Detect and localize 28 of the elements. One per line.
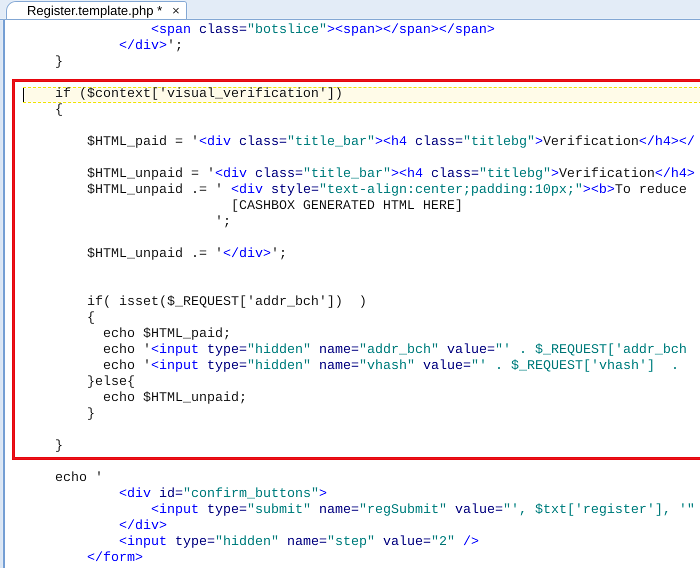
code-line: </div>: [118, 519, 168, 535]
code-line: }: [54, 439, 64, 455]
code-line: }: [54, 55, 64, 71]
code-line: </div>';: [118, 39, 184, 55]
code-line: {: [86, 311, 96, 327]
close-button[interactable]: ×: [172, 4, 180, 17]
code-line: echo $HTML_paid;: [102, 327, 232, 343]
code-line: echo '<input type="hidden" name="vhash" value="' . $_REQUEST['vhash'] .: [102, 359, 680, 375]
code-line: $HTML_paid = '<div class="title_bar"><h4 class="titlebg">Verification</h4></: [86, 135, 696, 151]
text-cursor: [23, 88, 24, 102]
code-line: </form>: [86, 551, 144, 567]
code-line: }: [86, 407, 96, 423]
code-line: }else{: [86, 375, 136, 391]
code-line: <input type="submit" name="regSubmit" value="', $txt['register'], '": [150, 503, 696, 519]
file-tab[interactable]: Register.template.php * ×: [6, 1, 187, 19]
code-line: $HTML_unpaid .= ' <div style="text-align:center;padding:10px;"><b>To reduce: [86, 183, 688, 199]
code-line: {: [54, 103, 64, 119]
code-line: ';: [214, 215, 232, 231]
code-line: echo '<input type="hidden" name="addr_bch" value="' . $_REQUEST['addr_bch: [102, 343, 688, 359]
code-line: <div id="confirm_buttons">: [118, 487, 328, 503]
code-line: $HTML_unpaid .= '</div>';: [86, 247, 288, 263]
code-line: echo ': [54, 471, 104, 487]
code-line: <span class="botslice"><span></span></span>: [150, 23, 496, 39]
code-line: echo $HTML_unpaid;: [102, 391, 248, 407]
code-line: <input type="hidden" name="step" value="2" />: [118, 535, 480, 551]
code-line: if( isset($_REQUEST['addr_bch']) ): [86, 295, 368, 311]
code-line: $HTML_unpaid = '<div class="title_bar"><h4 class="titlebg">Verification</h4>: [86, 167, 696, 183]
code-line: [CASHBOX GENERATED HTML HERE]: [230, 199, 464, 215]
